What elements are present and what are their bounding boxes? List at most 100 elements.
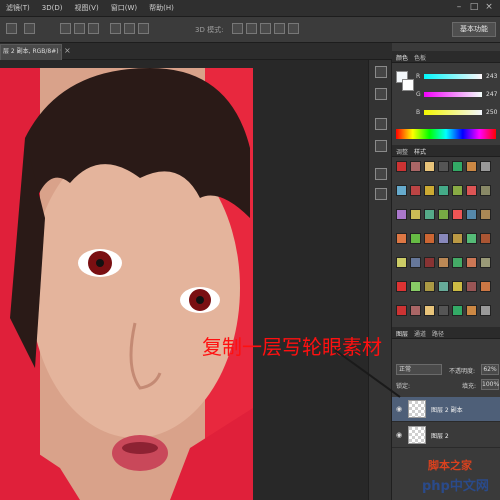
style-swatch[interactable]	[480, 233, 491, 244]
align-top-icon[interactable]	[60, 23, 71, 34]
menu-help[interactable]: 帮助(H)	[149, 3, 174, 13]
paragraph-panel-icon[interactable]	[375, 188, 387, 200]
workspace-button[interactable]: 基本功能	[452, 22, 496, 37]
tab-styles[interactable]: 样式	[414, 147, 426, 156]
style-swatch[interactable]	[396, 185, 407, 196]
style-swatch[interactable]	[438, 257, 449, 268]
properties-panel-icon[interactable]	[375, 88, 387, 100]
align-middle-icon[interactable]	[74, 23, 85, 34]
style-swatch[interactable]	[410, 305, 421, 316]
visibility-eye-icon[interactable]: ◉	[396, 431, 404, 439]
style-swatch[interactable]	[424, 161, 435, 172]
style-swatch[interactable]	[424, 209, 435, 220]
tab-adjustments[interactable]: 调整	[396, 147, 408, 156]
menu-view[interactable]: 视图(V)	[74, 3, 98, 13]
style-swatch[interactable]	[452, 233, 463, 244]
style-swatch[interactable]	[466, 305, 477, 316]
tab-close-icon[interactable]: ×	[64, 46, 72, 56]
tab-layers[interactable]: 图层	[396, 329, 408, 338]
style-swatch[interactable]	[424, 185, 435, 196]
layer-row[interactable]: ◉ 图层 2	[392, 423, 500, 448]
style-swatch[interactable]	[396, 233, 407, 244]
background-color-swatch[interactable]	[402, 79, 414, 91]
style-swatch[interactable]	[438, 281, 449, 292]
maximize-button[interactable]: □	[467, 1, 481, 14]
style-swatch[interactable]	[452, 209, 463, 220]
style-swatch[interactable]	[452, 281, 463, 292]
slider-r[interactable]	[424, 74, 482, 79]
style-swatch[interactable]	[438, 161, 449, 172]
style-swatch[interactable]	[466, 209, 477, 220]
style-swatch[interactable]	[466, 185, 477, 196]
slider-b[interactable]	[424, 110, 482, 115]
tab-paths[interactable]: 路径	[432, 329, 444, 338]
document-tab[interactable]: 层 2 副本, RGB/8#) *	[0, 44, 62, 60]
style-swatch[interactable]	[396, 281, 407, 292]
style-swatch[interactable]	[438, 209, 449, 220]
tab-swatches[interactable]: 色板	[414, 53, 426, 62]
style-swatch[interactable]	[410, 185, 421, 196]
style-swatch[interactable]	[480, 209, 491, 220]
visibility-eye-icon[interactable]: ◉	[396, 405, 404, 413]
style-swatch[interactable]	[410, 209, 421, 220]
menu-window[interactable]: 窗口(W)	[111, 3, 137, 13]
opacity-input[interactable]: 62%	[481, 364, 499, 375]
slider-r-value[interactable]: 243	[486, 73, 497, 80]
style-swatch[interactable]	[438, 233, 449, 244]
3d-pan-icon[interactable]	[260, 23, 271, 34]
slider-b-value[interactable]: 250	[486, 109, 497, 116]
style-swatch[interactable]	[466, 233, 477, 244]
slider-g-value[interactable]: 247	[486, 91, 497, 98]
style-swatch[interactable]	[452, 257, 463, 268]
3d-roll-icon[interactable]	[246, 23, 257, 34]
3d-rotate-icon[interactable]	[232, 23, 243, 34]
brush-panel-icon[interactable]	[375, 118, 387, 130]
style-swatch[interactable]	[466, 281, 477, 292]
text-panel-icon[interactable]	[375, 168, 387, 180]
distribute-icon[interactable]	[110, 23, 121, 34]
style-swatch[interactable]	[466, 257, 477, 268]
style-swatch[interactable]	[424, 281, 435, 292]
clone-source-icon[interactable]	[375, 140, 387, 152]
distribute-horizontal-icon[interactable]	[124, 23, 135, 34]
3d-slide-icon[interactable]	[274, 23, 285, 34]
style-swatch[interactable]	[452, 305, 463, 316]
style-swatch[interactable]	[424, 257, 435, 268]
close-window-button[interactable]: ×	[482, 1, 496, 14]
style-swatch[interactable]	[480, 161, 491, 172]
style-swatch[interactable]	[396, 209, 407, 220]
style-swatch[interactable]	[424, 305, 435, 316]
layer-name[interactable]: 图层 2 副本	[431, 405, 463, 414]
style-swatch[interactable]	[410, 161, 421, 172]
slider-g[interactable]	[424, 92, 482, 97]
style-swatch[interactable]	[396, 257, 407, 268]
style-swatch[interactable]	[438, 305, 449, 316]
style-swatch[interactable]	[452, 185, 463, 196]
menu-filter[interactable]: 滤镜(T)	[6, 3, 30, 13]
tab-channels[interactable]: 通道	[414, 329, 426, 338]
3d-scale-icon[interactable]	[288, 23, 299, 34]
style-swatch[interactable]	[396, 305, 407, 316]
style-swatch[interactable]	[480, 281, 491, 292]
style-swatch[interactable]	[396, 161, 407, 172]
style-swatch[interactable]	[466, 161, 477, 172]
style-swatch[interactable]	[480, 305, 491, 316]
style-swatch[interactable]	[424, 233, 435, 244]
style-swatch[interactable]	[410, 233, 421, 244]
style-swatch[interactable]	[410, 257, 421, 268]
tab-color[interactable]: 颜色	[396, 53, 408, 62]
auto-select-icon[interactable]	[24, 23, 35, 34]
style-swatch[interactable]	[480, 185, 491, 196]
layer-name[interactable]: 图层 2	[431, 431, 449, 440]
style-swatch[interactable]	[452, 161, 463, 172]
minimize-button[interactable]: –	[452, 1, 466, 14]
color-spectrum[interactable]	[396, 129, 496, 139]
distribute-vertical-icon[interactable]	[138, 23, 149, 34]
fill-input[interactable]: 100%	[481, 379, 499, 390]
style-swatch[interactable]	[410, 281, 421, 292]
move-tool-icon[interactable]	[6, 23, 17, 34]
align-bottom-icon[interactable]	[88, 23, 99, 34]
style-swatch[interactable]	[438, 185, 449, 196]
canvas-area[interactable]	[0, 60, 368, 500]
menu-3d[interactable]: 3D(D)	[42, 4, 63, 12]
